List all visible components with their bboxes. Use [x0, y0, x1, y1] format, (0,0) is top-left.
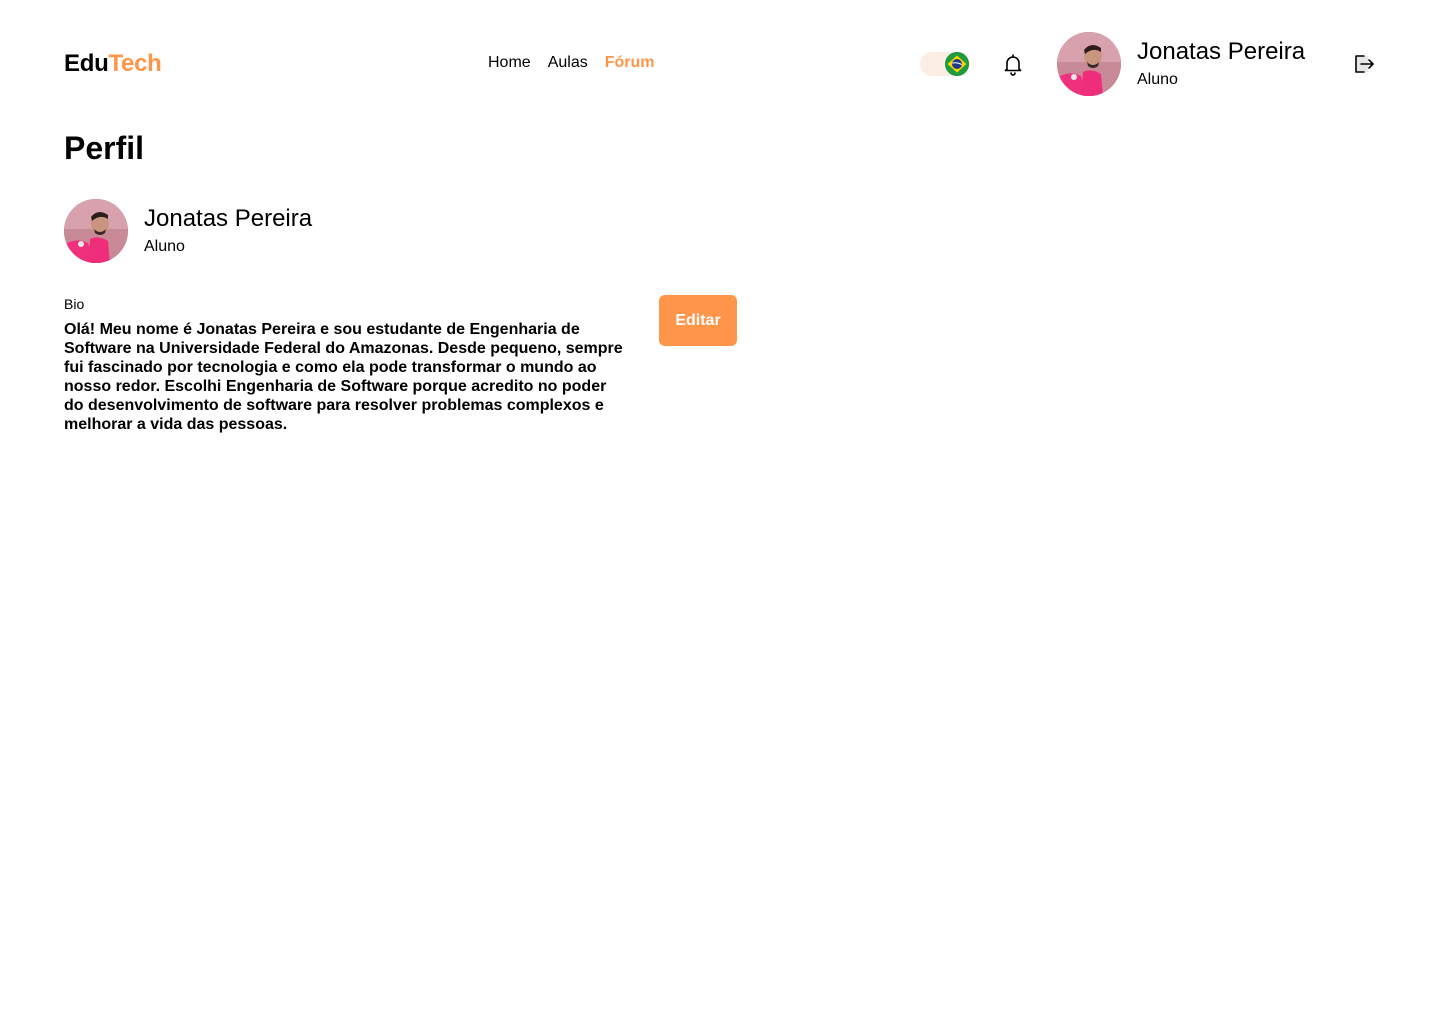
bell-icon[interactable] [1001, 52, 1025, 76]
nav-home[interactable]: Home [488, 54, 531, 72]
header-user-name: Jonatas Pereira [1137, 38, 1306, 65]
logout-icon[interactable] [1352, 52, 1376, 76]
nav-aulas[interactable]: Aulas [548, 54, 588, 72]
header-user-role: Aluno [1137, 71, 1178, 88]
header-avatar[interactable] [1057, 32, 1121, 96]
bio-label: Bio [64, 296, 85, 312]
logo-text-edu: Edu [64, 50, 109, 77]
edutech-logo[interactable]: EduTech [64, 50, 162, 78]
logo-text-tech: Tech [108, 50, 162, 77]
language-toggle[interactable] [920, 52, 970, 76]
bio-text: Olá! Meu nome é Jonatas Pereira e sou es… [64, 321, 623, 433]
main-nav: Home Aulas Fórum [488, 54, 655, 72]
nav-forum[interactable]: Fórum [605, 54, 655, 72]
page-title: Perfil [64, 130, 145, 166]
edit-button[interactable]: Editar [659, 295, 737, 346]
profile-info: Jonatas Pereira Aluno [144, 204, 312, 258]
header-user-info: Jonatas Pereira Aluno [1137, 37, 1305, 91]
profile-avatar [64, 199, 128, 263]
profile-name: Jonatas Pereira [144, 205, 313, 232]
top-header: EduTech Home Aulas Fórum Jonatas Pereira… [0, 0, 1440, 128]
brazil-flag-icon [945, 52, 969, 76]
profile-role: Aluno [144, 238, 185, 255]
